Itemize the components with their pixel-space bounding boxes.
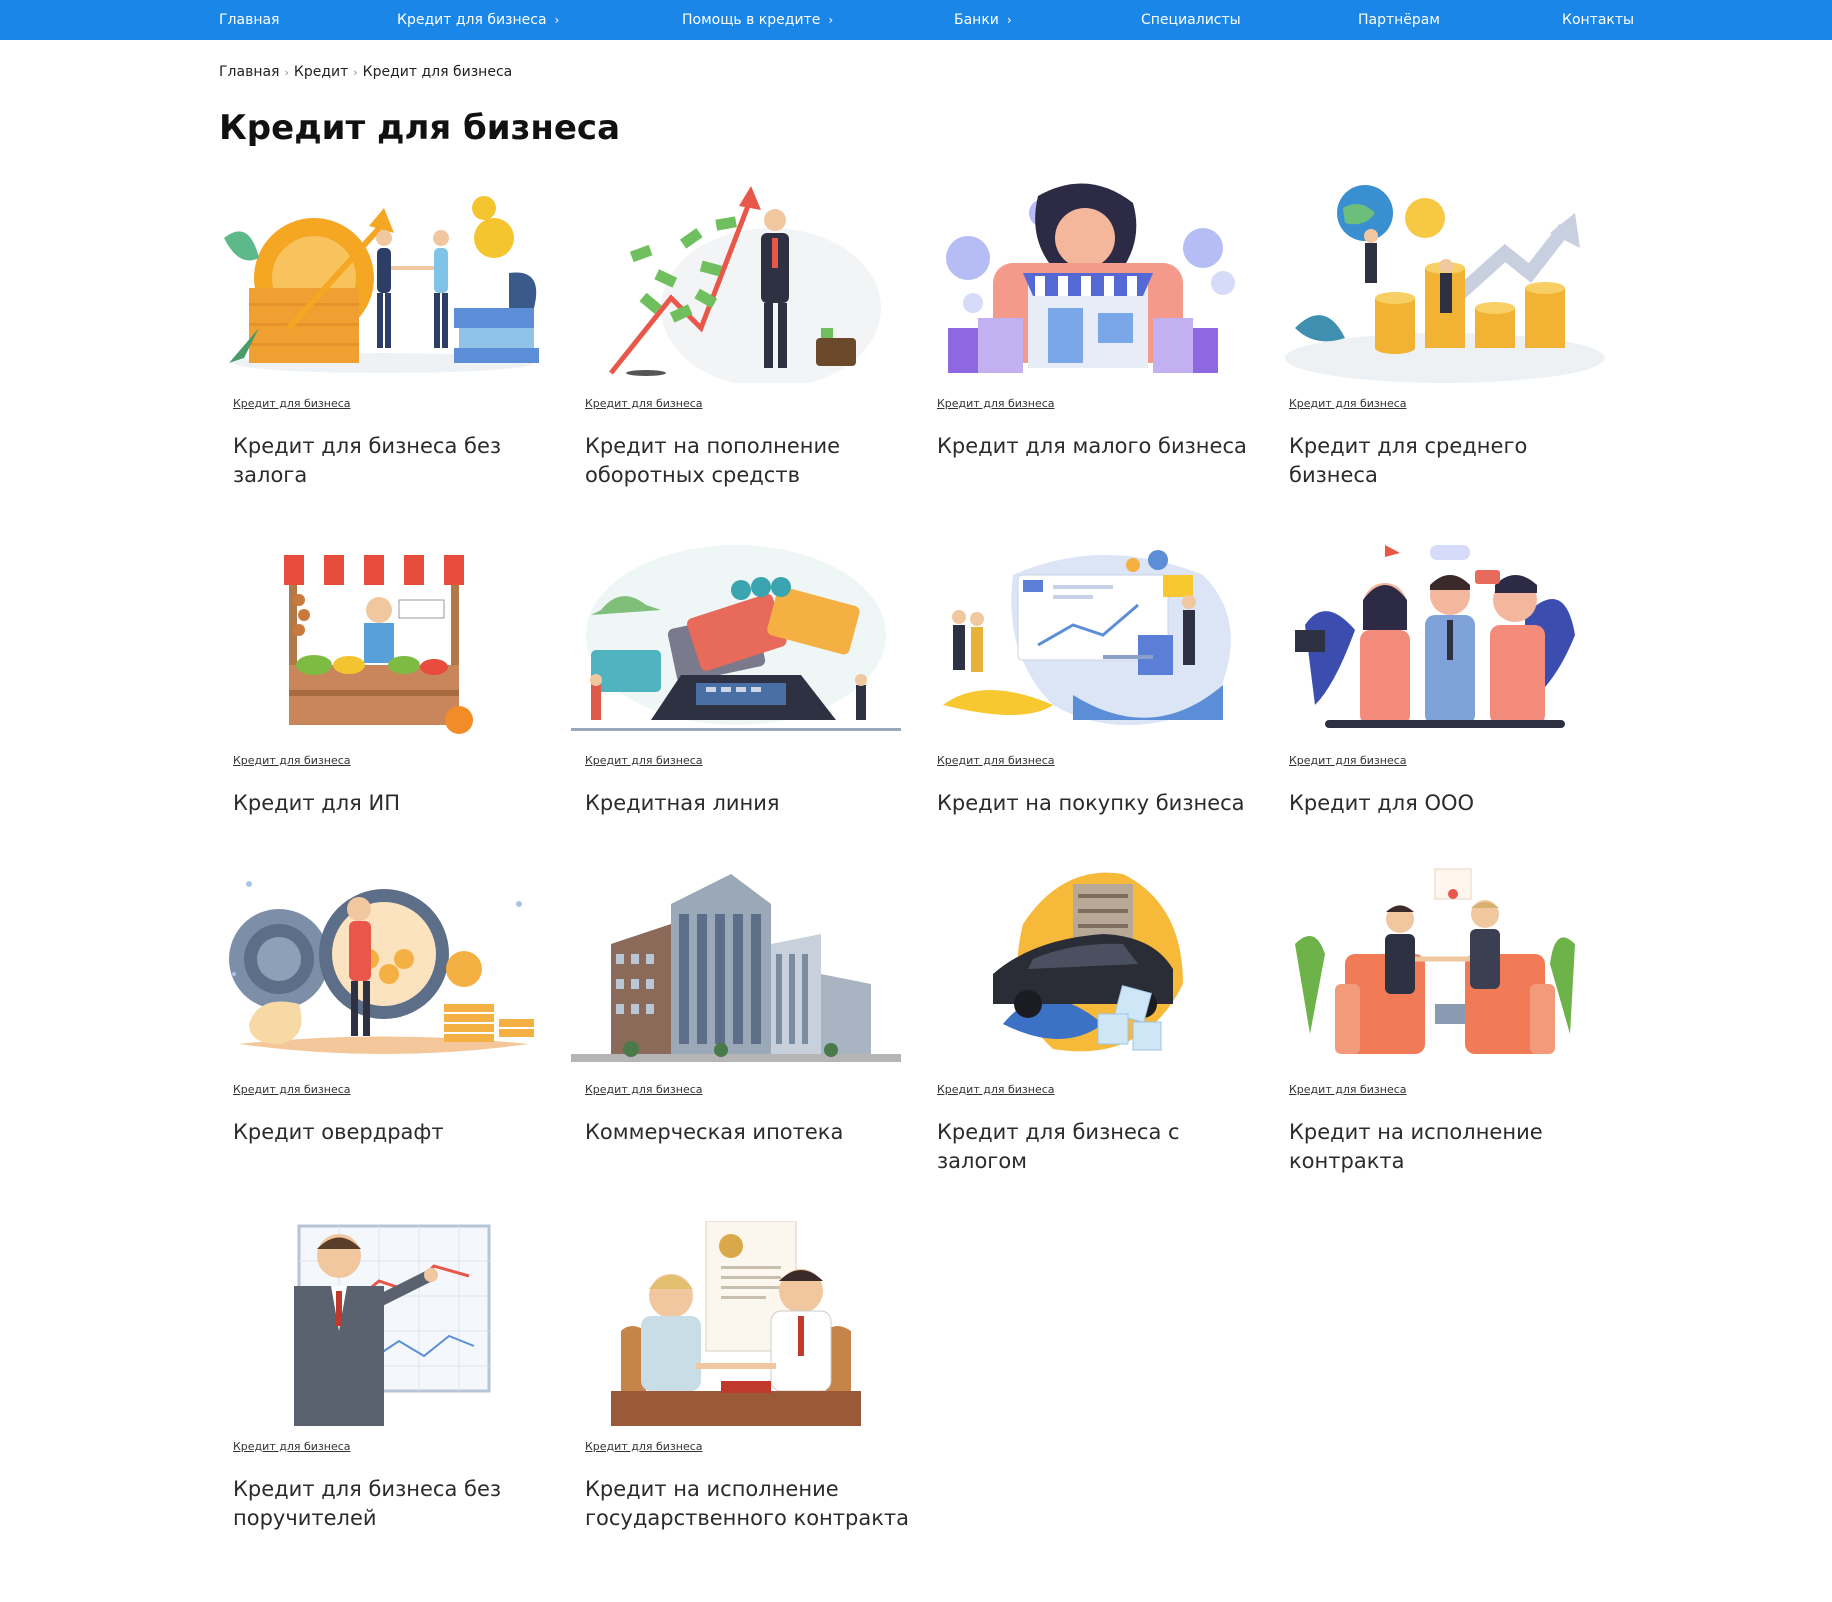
money-growth-arrow-illustration [571, 178, 901, 383]
top-navigation: Главная Кредит для бизнеса › Помощь в кре… [0, 0, 1832, 40]
card-tag[interactable]: Кредит для бизнеса [585, 1440, 703, 1453]
card-title[interactable]: Кредит для бизнеса без поручителей [233, 1475, 563, 1533]
chevron-right-icon: › [1006, 13, 1012, 27]
card-tag[interactable]: Кредит для бизнеса [1289, 754, 1407, 767]
card-title[interactable]: Кредит на исполнение контракта [1289, 1118, 1619, 1176]
chevron-right-icon: › [554, 13, 560, 27]
card-title[interactable]: Кредит для бизнеса с залогом [937, 1118, 1267, 1176]
nav-item-banks[interactable]: Банки › [954, 0, 1012, 40]
office-dashboard-illustration [923, 535, 1253, 740]
cards-terminal-illustration [571, 535, 901, 740]
card-credit-line[interactable]: Кредит для бизнеса Кредитная линия [571, 535, 901, 815]
small-shop-woman-illustration [923, 178, 1253, 383]
card-tag[interactable]: Кредит для бизнеса [233, 1083, 351, 1096]
nav-item-contacts[interactable]: Контакты [1562, 0, 1634, 40]
card-tag[interactable]: Кредит для бизнеса [937, 1083, 1055, 1096]
breadcrumb-separator: › [284, 66, 289, 79]
card-commercial-mortgage[interactable]: Кредит для бизнеса Коммерческая ипотека [571, 864, 901, 1144]
card-title[interactable]: Кредит для ИП [233, 789, 563, 818]
card-tag[interactable]: Кредит для бизнеса [1289, 397, 1407, 410]
office-building-illustration [571, 864, 901, 1069]
card-title[interactable]: Кредит овердрафт [233, 1118, 563, 1147]
card-title[interactable]: Кредитная линия [585, 789, 915, 818]
card-secured-credit[interactable]: Кредит для бизнеса Кредит для бизнеса с … [923, 864, 1253, 1173]
card-title[interactable]: Кредит на пополнение оборотных средств [585, 432, 915, 490]
card-tag[interactable]: Кредит для бизнеса [937, 397, 1055, 410]
breadcrumb-item-home[interactable]: Главная [219, 64, 279, 80]
coins-handshake-illustration [219, 178, 549, 383]
card-government-contract[interactable]: Кредит для бизнеса Кредит на исполнение … [571, 1221, 909, 1530]
card-tag[interactable]: Кредит для бизнеса [585, 754, 703, 767]
card-ooo[interactable]: Кредит для бизнеса Кредит для ООО [1275, 535, 1605, 815]
chevron-right-icon: › [828, 13, 834, 27]
card-title[interactable]: Кредит на покупку бизнеса [937, 789, 1267, 818]
card-working-capital[interactable]: Кредит для бизнеса Кредит на пополнение … [571, 178, 901, 487]
breadcrumb-separator: › [353, 66, 358, 79]
globe-coins-arrow-illustration [1275, 178, 1605, 383]
nav-item-specialists[interactable]: Специалисты [1141, 0, 1241, 40]
card-tag[interactable]: Кредит для бизнеса [585, 1083, 703, 1096]
card-business-purchase[interactable]: Кредит для бизнеса Кредит на покупку биз… [923, 535, 1253, 815]
card-tag[interactable]: Кредит для бизнеса [1289, 1083, 1407, 1096]
card-contract-execution[interactable]: Кредит для бизнеса Кредит на исполнение … [1275, 864, 1605, 1173]
card-title[interactable]: Кредит для бизнеса без залога [233, 432, 563, 490]
market-stall-illustration [219, 535, 549, 740]
card-title[interactable]: Кредит для среднего бизнеса [1289, 432, 1619, 490]
card-title[interactable]: Кредит на исполнение государственного ко… [585, 1475, 915, 1533]
business-team-illustration [1275, 535, 1605, 740]
card-no-guarantors[interactable]: Кредит для бизнеса Кредит для бизнеса бе… [219, 1221, 549, 1530]
car-frozen-illustration [923, 864, 1253, 1069]
page-title: Кредит для бизнеса [219, 108, 621, 148]
nav-item-credit-help[interactable]: Помощь в кредите › [682, 0, 833, 40]
contract-signing-illustration [571, 1221, 901, 1426]
card-tag[interactable]: Кредит для бизнеса [585, 397, 703, 410]
card-tag[interactable]: Кредит для бизнеса [233, 1440, 351, 1453]
card-overdraft[interactable]: Кредит для бизнеса Кредит овердрафт [219, 864, 549, 1144]
card-medium-business[interactable]: Кредит для бизнеса Кредит для среднего б… [1275, 178, 1605, 487]
handshake-armchairs-illustration [1275, 864, 1605, 1069]
bank-vault-illustration [219, 864, 549, 1069]
nav-item-partners[interactable]: Партнёрам [1358, 0, 1440, 40]
nav-item-business-credit[interactable]: Кредит для бизнеса › [397, 0, 559, 40]
card-title[interactable]: Кредит для малого бизнеса [937, 432, 1267, 461]
card-title[interactable]: Кредит для ООО [1289, 789, 1619, 818]
card-credit-no-collateral[interactable]: Кредит для бизнеса Кредит для бизнеса бе… [219, 178, 549, 487]
card-ip[interactable]: Кредит для бизнеса Кредит для ИП [219, 535, 549, 815]
breadcrumb-current: Кредит для бизнеса [362, 64, 513, 80]
nav-item-home[interactable]: Главная [219, 0, 279, 40]
card-tag[interactable]: Кредит для бизнеса [233, 754, 351, 767]
presenter-chart-illustration [219, 1221, 549, 1426]
card-tag[interactable]: Кредит для бизнеса [937, 754, 1055, 767]
breadcrumb-item-credit[interactable]: Кредит [294, 64, 348, 80]
card-small-business[interactable]: Кредит для бизнеса Кредит для малого биз… [923, 178, 1253, 458]
card-title[interactable]: Коммерческая ипотека [585, 1118, 915, 1147]
breadcrumb: Главная › Кредит › Кредит для бизнеса [219, 64, 512, 80]
card-tag[interactable]: Кредит для бизнеса [233, 397, 351, 410]
